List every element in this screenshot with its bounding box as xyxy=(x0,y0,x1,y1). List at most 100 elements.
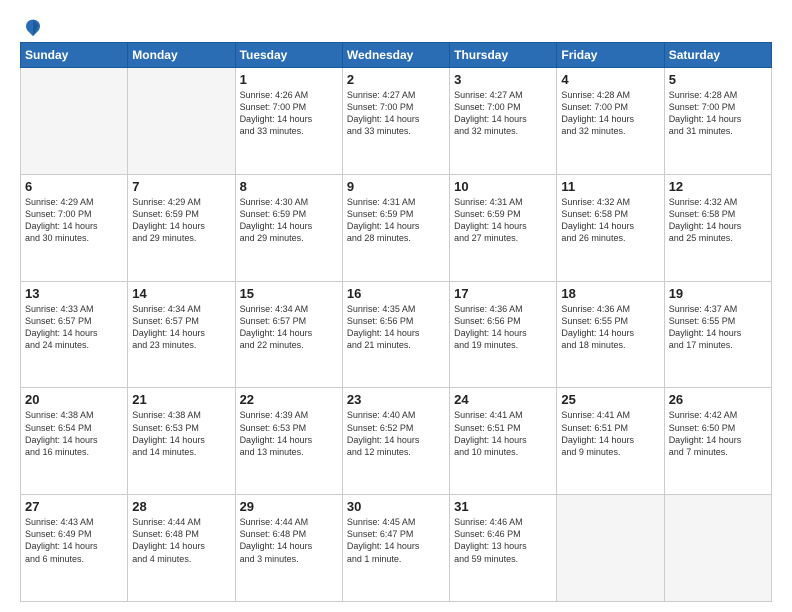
calendar-cell: 5 Sunrise: 4:28 AMSunset: 7:00 PMDaylight… xyxy=(664,68,771,175)
cell-day-number: 1 xyxy=(240,72,338,87)
cell-info: Sunrise: 4:36 AMSunset: 6:56 PMDaylight:… xyxy=(454,303,552,352)
cell-day-number: 25 xyxy=(561,392,659,407)
cell-info: Sunrise: 4:36 AMSunset: 6:55 PMDaylight:… xyxy=(561,303,659,352)
cell-info: Sunrise: 4:40 AMSunset: 6:52 PMDaylight:… xyxy=(347,409,445,458)
logo-icon xyxy=(22,16,44,38)
calendar-cell: 19 Sunrise: 4:37 AMSunset: 6:55 PMDayligh… xyxy=(664,281,771,388)
calendar-cell: 26 Sunrise: 4:42 AMSunset: 6:50 PMDayligh… xyxy=(664,388,771,495)
weekday-header: Saturday xyxy=(664,43,771,68)
cell-info: Sunrise: 4:43 AMSunset: 6:49 PMDaylight:… xyxy=(25,516,123,565)
calendar-week-row: 1 Sunrise: 4:26 AMSunset: 7:00 PMDaylight… xyxy=(21,68,772,175)
calendar-cell: 6 Sunrise: 4:29 AMSunset: 7:00 PMDaylight… xyxy=(21,174,128,281)
weekday-header: Monday xyxy=(128,43,235,68)
logo xyxy=(20,16,44,32)
calendar-week-row: 13 Sunrise: 4:33 AMSunset: 6:57 PMDayligh… xyxy=(21,281,772,388)
cell-day-number: 14 xyxy=(132,286,230,301)
calendar-cell: 23 Sunrise: 4:40 AMSunset: 6:52 PMDayligh… xyxy=(342,388,449,495)
weekday-header: Wednesday xyxy=(342,43,449,68)
weekday-header-row: SundayMondayTuesdayWednesdayThursdayFrid… xyxy=(21,43,772,68)
calendar-cell: 21 Sunrise: 4:38 AMSunset: 6:53 PMDayligh… xyxy=(128,388,235,495)
cell-day-number: 7 xyxy=(132,179,230,194)
weekday-header: Friday xyxy=(557,43,664,68)
cell-info: Sunrise: 4:34 AMSunset: 6:57 PMDaylight:… xyxy=(132,303,230,352)
cell-info: Sunrise: 4:31 AMSunset: 6:59 PMDaylight:… xyxy=(347,196,445,245)
cell-info: Sunrise: 4:38 AMSunset: 6:53 PMDaylight:… xyxy=(132,409,230,458)
cell-info: Sunrise: 4:39 AMSunset: 6:53 PMDaylight:… xyxy=(240,409,338,458)
calendar-cell: 30 Sunrise: 4:45 AMSunset: 6:47 PMDayligh… xyxy=(342,495,449,602)
cell-day-number: 28 xyxy=(132,499,230,514)
cell-day-number: 19 xyxy=(669,286,767,301)
cell-day-number: 29 xyxy=(240,499,338,514)
cell-day-number: 6 xyxy=(25,179,123,194)
cell-info: Sunrise: 4:44 AMSunset: 6:48 PMDaylight:… xyxy=(240,516,338,565)
calendar-cell: 10Sunrise: 4:31 AMSunset: 6:59 PMDayligh… xyxy=(450,174,557,281)
cell-info: Sunrise: 4:35 AMSunset: 6:56 PMDaylight:… xyxy=(347,303,445,352)
weekday-header: Thursday xyxy=(450,43,557,68)
calendar-cell: 3 Sunrise: 4:27 AMSunset: 7:00 PMDaylight… xyxy=(450,68,557,175)
calendar-cell: 28Sunrise: 4:44 AMSunset: 6:48 PMDayligh… xyxy=(128,495,235,602)
cell-info: Sunrise: 4:26 AMSunset: 7:00 PMDaylight:… xyxy=(240,89,338,138)
cell-info: Sunrise: 4:29 AMSunset: 6:59 PMDaylight:… xyxy=(132,196,230,245)
cell-info: Sunrise: 4:27 AMSunset: 7:00 PMDaylight:… xyxy=(454,89,552,138)
calendar-cell: 29 Sunrise: 4:44 AMSunset: 6:48 PMDayligh… xyxy=(235,495,342,602)
cell-day-number: 21 xyxy=(132,392,230,407)
cell-info: Sunrise: 4:33 AMSunset: 6:57 PMDaylight:… xyxy=(25,303,123,352)
cell-info: Sunrise: 4:29 AMSunset: 7:00 PMDaylight:… xyxy=(25,196,123,245)
calendar-week-row: 27 Sunrise: 4:43 AMSunset: 6:49 PMDayligh… xyxy=(21,495,772,602)
calendar-cell: 31Sunrise: 4:46 AMSunset: 6:46 PMDayligh… xyxy=(450,495,557,602)
cell-day-number: 2 xyxy=(347,72,445,87)
cell-info: Sunrise: 4:34 AMSunset: 6:57 PMDaylight:… xyxy=(240,303,338,352)
cell-day-number: 23 xyxy=(347,392,445,407)
cell-info: Sunrise: 4:42 AMSunset: 6:50 PMDaylight:… xyxy=(669,409,767,458)
calendar-cell: 16 Sunrise: 4:35 AMSunset: 6:56 PMDayligh… xyxy=(342,281,449,388)
cell-day-number: 17 xyxy=(454,286,552,301)
calendar-cell xyxy=(557,495,664,602)
cell-day-number: 15 xyxy=(240,286,338,301)
calendar-cell: 12 Sunrise: 4:32 AMSunset: 6:58 PMDayligh… xyxy=(664,174,771,281)
calendar-week-row: 6 Sunrise: 4:29 AMSunset: 7:00 PMDaylight… xyxy=(21,174,772,281)
cell-day-number: 16 xyxy=(347,286,445,301)
calendar-cell: 4Sunrise: 4:28 AMSunset: 7:00 PMDaylight… xyxy=(557,68,664,175)
calendar-week-row: 20Sunrise: 4:38 AMSunset: 6:54 PMDayligh… xyxy=(21,388,772,495)
cell-info: Sunrise: 4:41 AMSunset: 6:51 PMDaylight:… xyxy=(454,409,552,458)
calendar-cell: 14 Sunrise: 4:34 AMSunset: 6:57 PMDayligh… xyxy=(128,281,235,388)
calendar-cell: 22 Sunrise: 4:39 AMSunset: 6:53 PMDayligh… xyxy=(235,388,342,495)
cell-day-number: 20 xyxy=(25,392,123,407)
cell-day-number: 11 xyxy=(561,179,659,194)
calendar-table: SundayMondayTuesdayWednesdayThursdayFrid… xyxy=(20,42,772,602)
cell-info: Sunrise: 4:37 AMSunset: 6:55 PMDaylight:… xyxy=(669,303,767,352)
cell-info: Sunrise: 4:32 AMSunset: 6:58 PMDaylight:… xyxy=(561,196,659,245)
calendar-cell: 27 Sunrise: 4:43 AMSunset: 6:49 PMDayligh… xyxy=(21,495,128,602)
cell-day-number: 13 xyxy=(25,286,123,301)
calendar-cell: 25 Sunrise: 4:41 AMSunset: 6:51 PMDayligh… xyxy=(557,388,664,495)
calendar-cell: 1 Sunrise: 4:26 AMSunset: 7:00 PMDaylight… xyxy=(235,68,342,175)
calendar-cell xyxy=(128,68,235,175)
calendar-cell xyxy=(664,495,771,602)
cell-day-number: 3 xyxy=(454,72,552,87)
cell-day-number: 27 xyxy=(25,499,123,514)
calendar-cell: 24Sunrise: 4:41 AMSunset: 6:51 PMDayligh… xyxy=(450,388,557,495)
cell-day-number: 9 xyxy=(347,179,445,194)
cell-day-number: 22 xyxy=(240,392,338,407)
calendar-cell: 11 Sunrise: 4:32 AMSunset: 6:58 PMDayligh… xyxy=(557,174,664,281)
cell-day-number: 4 xyxy=(561,72,659,87)
cell-info: Sunrise: 4:46 AMSunset: 6:46 PMDaylight:… xyxy=(454,516,552,565)
page: SundayMondayTuesdayWednesdayThursdayFrid… xyxy=(0,0,792,612)
calendar-cell xyxy=(21,68,128,175)
cell-info: Sunrise: 4:30 AMSunset: 6:59 PMDaylight:… xyxy=(240,196,338,245)
cell-info: Sunrise: 4:31 AMSunset: 6:59 PMDaylight:… xyxy=(454,196,552,245)
calendar-cell: 13 Sunrise: 4:33 AMSunset: 6:57 PMDayligh… xyxy=(21,281,128,388)
cell-info: Sunrise: 4:27 AMSunset: 7:00 PMDaylight:… xyxy=(347,89,445,138)
calendar-cell: 20Sunrise: 4:38 AMSunset: 6:54 PMDayligh… xyxy=(21,388,128,495)
cell-day-number: 8 xyxy=(240,179,338,194)
cell-info: Sunrise: 4:28 AMSunset: 7:00 PMDaylight:… xyxy=(669,89,767,138)
cell-info: Sunrise: 4:45 AMSunset: 6:47 PMDaylight:… xyxy=(347,516,445,565)
cell-day-number: 26 xyxy=(669,392,767,407)
cell-info: Sunrise: 4:41 AMSunset: 6:51 PMDaylight:… xyxy=(561,409,659,458)
weekday-header: Tuesday xyxy=(235,43,342,68)
cell-day-number: 30 xyxy=(347,499,445,514)
cell-day-number: 5 xyxy=(669,72,767,87)
calendar-cell: 8 Sunrise: 4:30 AMSunset: 6:59 PMDaylight… xyxy=(235,174,342,281)
cell-info: Sunrise: 4:32 AMSunset: 6:58 PMDaylight:… xyxy=(669,196,767,245)
cell-day-number: 12 xyxy=(669,179,767,194)
